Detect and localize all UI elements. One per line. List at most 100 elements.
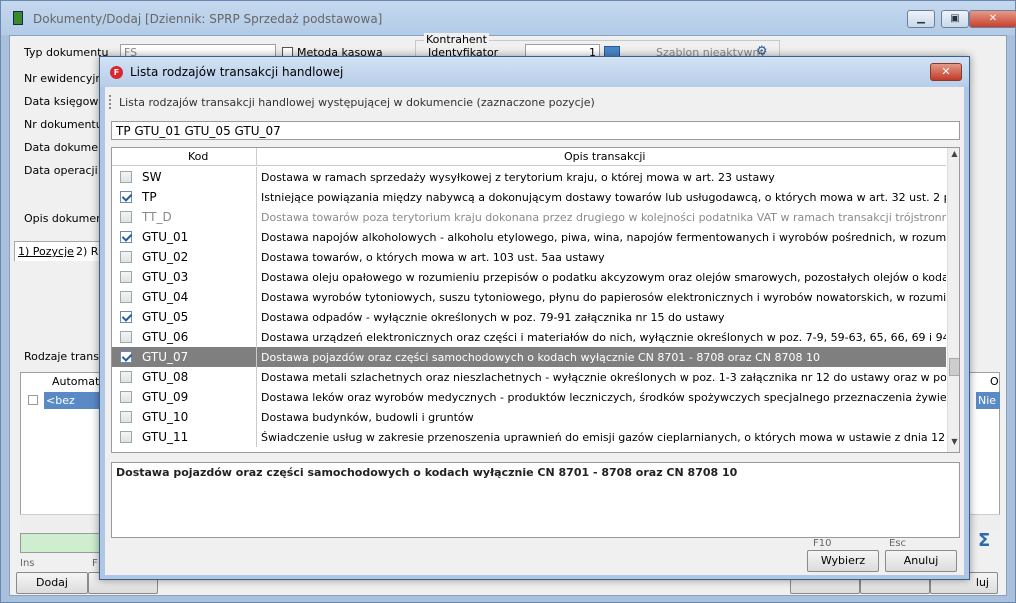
unchecked-checkbox[interactable]	[120, 211, 132, 223]
row-code: GTU_11	[142, 430, 189, 444]
row-separator	[256, 307, 257, 327]
row-description: Dostawa napojów alkoholowych - alkoholu …	[261, 231, 946, 244]
row-description: Świadczenie usług w zakresie przenoszeni…	[261, 431, 946, 444]
selected-codes-field: TP GTU_01 GTU_05 GTU_07	[111, 121, 960, 140]
row-separator	[256, 167, 257, 187]
dialog-title: Lista rodzajów transakcji handlowej	[130, 65, 344, 79]
sum-icon[interactable]: Σ	[978, 530, 990, 551]
dialog-body: Lista rodzajów transakcji handlowej wyst…	[105, 87, 964, 575]
automat-row-checkbox[interactable]	[28, 395, 38, 405]
row-separator	[256, 407, 257, 427]
dodaj-button[interactable]: Dodaj	[16, 572, 88, 594]
row-separator	[256, 267, 257, 287]
vertical-scrollbar[interactable]: ▲ ▼	[947, 148, 959, 452]
unchecked-checkbox[interactable]	[120, 391, 132, 403]
minimize-button[interactable]: ▁	[907, 10, 935, 28]
row-separator	[256, 227, 257, 247]
row-description: Dostawa towarów poza terytorium kraju do…	[261, 211, 946, 224]
row-separator	[256, 367, 257, 387]
unchecked-checkbox[interactable]	[120, 371, 132, 383]
row-code: GTU_01	[142, 230, 189, 244]
description-detail: Dostawa pojazdów oraz części samochodowy…	[111, 462, 960, 538]
row-code: GTU_06	[142, 330, 189, 344]
anuluj-button[interactable]: Anuluj	[885, 550, 957, 572]
app-logo-icon: F	[110, 66, 123, 79]
nr-ewidencyjny-label: Nr ewidencyjny	[24, 72, 109, 85]
row-description: Dostawa oleju opałowego w rozumieniu prz…	[261, 271, 946, 284]
esc-key-hint: Esc	[889, 538, 907, 549]
unchecked-checkbox[interactable]	[120, 251, 132, 263]
table-row[interactable]: GTU_09 Dostawa leków oraz wyrobów medyczn…	[112, 387, 946, 407]
ins-key-hint: Ins	[20, 558, 35, 569]
bez-automatu-cell[interactable]: <bez autor	[44, 392, 102, 420]
main-title-bar: Dokumenty/Dodaj [Dziennik: SPRP Sprzedaż…	[1, 1, 1016, 35]
row-code: GTU_04	[142, 290, 189, 304]
row-description: Dostawa budynków, budowli i gruntów	[261, 411, 474, 424]
row-separator	[256, 247, 257, 267]
checked-checkbox[interactable]	[120, 191, 132, 203]
transaction-grid: Kod Opis transakcji SW Dostawa w ramach s…	[111, 147, 960, 453]
status-field	[20, 533, 100, 553]
table-row[interactable]: TT_D Dostawa towarów poza terytorium kraj…	[112, 207, 946, 227]
table-row[interactable]: GTU_06 Dostawa urządzeń elektronicznych o…	[112, 327, 946, 347]
header-separator	[256, 148, 257, 166]
kontrahent-label: Kontrahent	[424, 33, 489, 46]
row-code: GTU_09	[142, 390, 189, 404]
nr-dokumentu-label: Nr dokumentu	[24, 118, 103, 131]
table-row[interactable]: GTU_01 Dostawa napojów alkoholowych - alk…	[112, 227, 946, 247]
tab-pozycje[interactable]: 1) Pozycje	[18, 245, 74, 258]
maximize-button[interactable]: ▣	[941, 10, 969, 28]
dialog-close-button[interactable]: ✕	[930, 63, 962, 81]
wybierz-button[interactable]: Wybierz	[807, 550, 879, 572]
row-separator	[256, 427, 257, 447]
row-description: Dostawa metali szlachetnych oraz nieszla…	[261, 371, 946, 384]
unchecked-checkbox[interactable]	[120, 271, 132, 283]
row-separator	[256, 347, 257, 367]
row-code: TT_D	[142, 210, 172, 224]
table-row[interactable]: GTU_02 Dostawa towarów, o których mowa w …	[112, 247, 946, 267]
table-row[interactable]: TP Istniejące powiązania między nabywcą a…	[112, 187, 946, 207]
unchecked-checkbox[interactable]	[120, 431, 132, 443]
table-row[interactable]: GTU_07 Dostawa pojazdów oraz części samoc…	[112, 347, 946, 367]
table-row[interactable]: GTU_04 Dostawa wyrobów tytoniowych, suszu…	[112, 287, 946, 307]
table-row[interactable]: GTU_10 Dostawa budynków, budowli i gruntó…	[112, 407, 946, 427]
row-code: GTU_02	[142, 250, 189, 264]
transaction-types-dialog: F Lista rodzajów transakcji handlowej ✕ …	[99, 56, 970, 580]
table-row[interactable]: GTU_08 Dostawa metali szlachetnych oraz n…	[112, 367, 946, 387]
row-description: Dostawa w ramach sprzedaży wysyłkowej z …	[261, 171, 775, 184]
grip-icon	[109, 95, 112, 109]
scroll-thumb[interactable]	[949, 358, 959, 376]
unchecked-checkbox[interactable]	[120, 171, 132, 183]
tab-r[interactable]: 2) R	[76, 245, 98, 258]
opis-column-header[interactable]: Opis transakcji	[564, 150, 645, 163]
scroll-up-icon[interactable]: ▲	[949, 149, 959, 162]
table-row[interactable]: GTU_11 Świadczenie usług w zakresie przen…	[112, 427, 946, 447]
kod-column-header[interactable]: Kod	[188, 150, 208, 163]
row-separator	[256, 387, 257, 407]
right-cell[interactable]: Nie	[976, 392, 1000, 409]
grid-header: Kod Opis transakcji	[112, 148, 946, 166]
checked-checkbox[interactable]	[120, 311, 132, 323]
dialog-title-bar: F Lista rodzajów transakcji handlowej ✕	[100, 57, 969, 87]
checked-checkbox[interactable]	[120, 351, 132, 363]
main-window-title: Dokumenty/Dodaj [Dziennik: SPRP Sprzedaż…	[33, 12, 383, 26]
scroll-down-icon[interactable]: ▼	[949, 437, 959, 450]
row-description: Dostawa odpadów - wyłącznie określonych …	[261, 311, 725, 324]
table-row[interactable]: SW Dostawa w ramach sprzedaży wysyłkowej …	[112, 167, 946, 187]
table-row[interactable]: GTU_05 Dostawa odpadów - wyłącznie określ…	[112, 307, 946, 327]
row-description: Dostawa urządzeń elektronicznych oraz cz…	[261, 331, 946, 344]
unchecked-checkbox[interactable]	[120, 411, 132, 423]
row-code: GTU_08	[142, 370, 189, 384]
unchecked-checkbox[interactable]	[120, 331, 132, 343]
row-code: GTU_03	[142, 270, 189, 284]
f10-key-hint: F10	[813, 538, 832, 549]
main-close-button[interactable]: ✕	[969, 10, 1016, 28]
row-separator	[256, 207, 257, 227]
table-row[interactable]: GTU_03 Dostawa oleju opałowego w rozumien…	[112, 267, 946, 287]
dialog-subtitle: Lista rodzajów transakcji handlowej wyst…	[119, 96, 595, 109]
checked-checkbox[interactable]	[120, 231, 132, 243]
unchecked-checkbox[interactable]	[120, 291, 132, 303]
typ-dokumentu-label: Typ dokumentu	[24, 46, 109, 59]
row-description: Dostawa towarów, o których mowa w art. 1…	[261, 251, 605, 264]
row-code: GTU_05	[142, 310, 189, 324]
